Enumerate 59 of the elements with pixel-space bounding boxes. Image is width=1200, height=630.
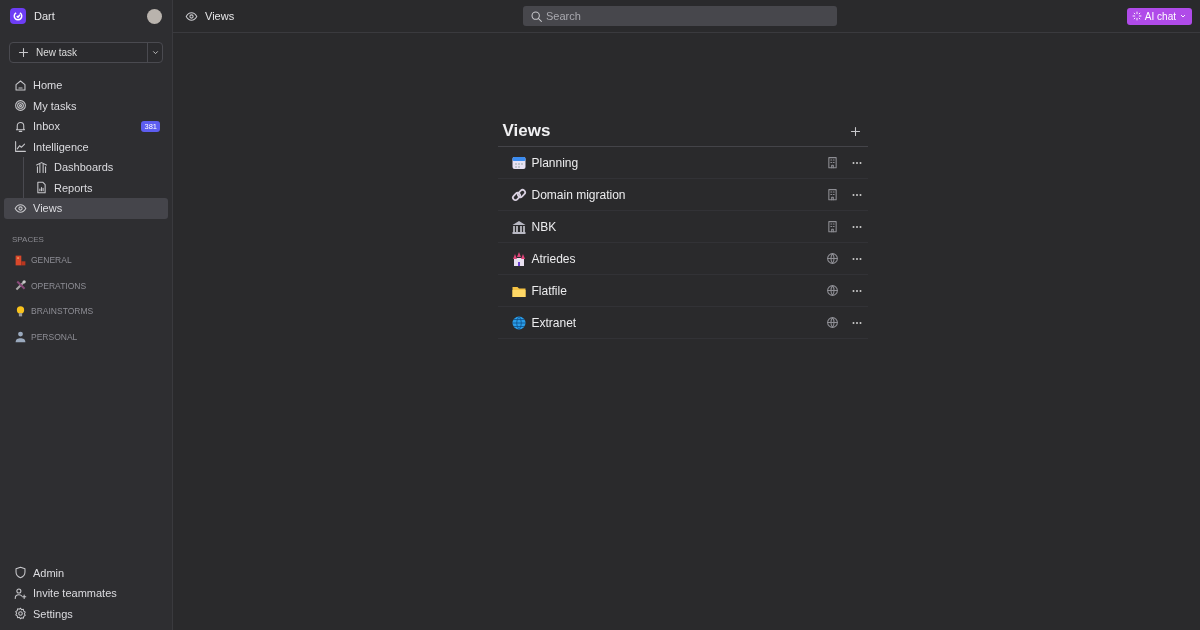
home-icon [14, 78, 27, 92]
target-icon [14, 99, 27, 113]
add-icon[interactable] [848, 124, 862, 138]
plus-icon [17, 46, 30, 59]
building-icon [14, 253, 27, 267]
space-item[interactable]: BRAINSTORMS [4, 298, 168, 324]
globe-icon [510, 314, 527, 331]
shield-icon [14, 566, 27, 580]
ai-chat-button[interactable]: AI chat [1126, 7, 1192, 25]
sidebar-link[interactable]: Admin [4, 562, 168, 583]
more-icon[interactable] [851, 192, 862, 197]
tools-icon [14, 279, 27, 293]
view-row[interactable]: Domain migration [497, 179, 868, 211]
castle-icon [510, 250, 527, 267]
more-icon[interactable] [851, 256, 862, 261]
chart-line-icon [14, 140, 27, 154]
view-row[interactable]: Atriedes [497, 243, 868, 275]
nav-item[interactable]: Dashboards [31, 157, 168, 178]
space-item[interactable]: GENERAL [4, 247, 168, 273]
report-icon [35, 181, 48, 195]
sparkle-icon [1131, 11, 1142, 21]
add-user-icon [14, 586, 27, 600]
logo-icon[interactable] [10, 8, 26, 24]
page-title: Views [205, 10, 235, 22]
nav-item[interactable]: Reports [31, 177, 168, 198]
sidebar-link[interactable]: Invite teammates [4, 583, 168, 604]
more-icon[interactable] [851, 160, 862, 165]
chain-link-icon [510, 186, 527, 203]
settings-icon [14, 607, 27, 621]
caret-icon [1179, 12, 1187, 20]
avatar[interactable] [147, 8, 162, 24]
bank-icon [510, 218, 527, 235]
caret-icon [150, 48, 160, 57]
space-item[interactable]: PERSONAL [4, 324, 168, 350]
lightbulb-icon [14, 304, 27, 318]
bell-icon [14, 119, 27, 133]
person-icon [14, 330, 27, 344]
nav-item[interactable]: My tasks [4, 95, 168, 116]
section-heading: SPACES [11, 234, 45, 244]
nav-item[interactable]: Home [4, 75, 168, 96]
bar-chart-icon [35, 160, 48, 174]
sidebar-link[interactable]: Settings [4, 603, 168, 624]
space-item[interactable]: OPERATIONS [4, 273, 168, 299]
view-row[interactable]: NBK [497, 211, 868, 243]
view-row[interactable]: Extranet [497, 307, 868, 339]
search-icon [530, 10, 543, 23]
more-icon[interactable] [851, 288, 862, 293]
workspace-name[interactable]: Dart [34, 10, 139, 22]
section-title: Views [502, 121, 552, 141]
view-row[interactable]: Planning [497, 147, 868, 179]
calendar-icon [510, 154, 527, 171]
nav-item[interactable]: Intelligence [4, 136, 168, 157]
search-field[interactable]: Search [523, 6, 837, 26]
eye-icon [185, 9, 198, 23]
more-icon[interactable] [851, 320, 862, 325]
eye-icon [14, 201, 27, 215]
more-icon[interactable] [851, 224, 862, 229]
view-row[interactable]: Flatfile [497, 275, 868, 307]
nav-item[interactable]: Views [4, 198, 168, 219]
